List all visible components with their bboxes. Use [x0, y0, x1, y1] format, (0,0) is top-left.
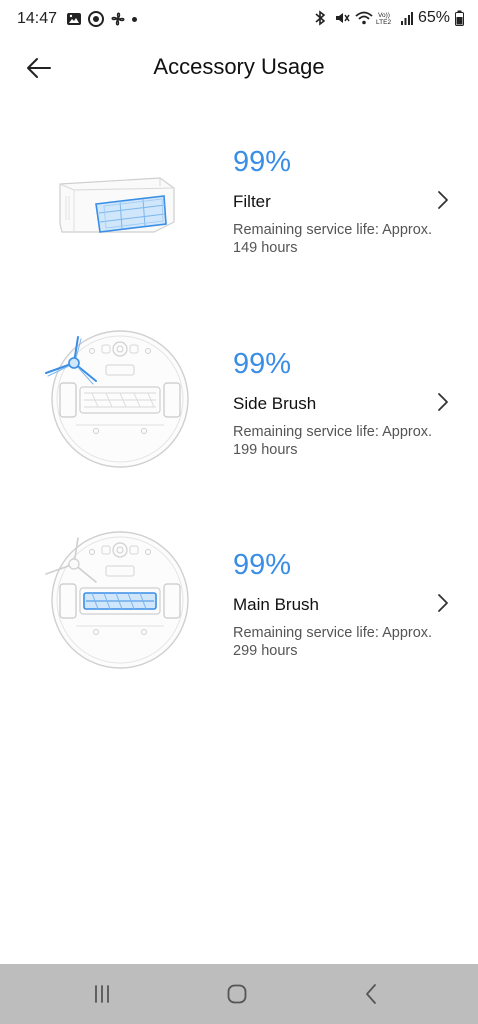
chevron-right-icon [436, 593, 450, 613]
status-time: 14:47 [17, 10, 58, 27]
accessory-percent: 99% [233, 549, 292, 581]
accessory-name: Side Brush [233, 394, 317, 413]
status-bar: 14:47 Vo)) LTE2 65% [0, 0, 478, 40]
wifi-icon [355, 10, 373, 26]
home-button[interactable] [217, 980, 257, 1008]
recents-icon [95, 985, 109, 1003]
nav-back-button[interactable] [351, 980, 391, 1008]
home-icon [227, 984, 247, 1004]
filter-illustration [42, 140, 192, 280]
side-brush-illustration [42, 329, 192, 469]
svg-text:LTE2: LTE2 [376, 19, 391, 26]
image-icon [66, 11, 82, 27]
accessory-item-side-brush[interactable]: 99% Side Brush Remaining service life: A… [0, 329, 478, 511]
system-nav-bar [0, 964, 478, 1024]
nav-back-icon [366, 984, 376, 1004]
remaining-life-hours: 299 hours [233, 643, 298, 659]
remaining-life-hours: 199 hours [233, 442, 298, 458]
remaining-life-label: Remaining service life: Approx. [233, 424, 433, 440]
media-icon [88, 11, 104, 27]
accessory-remaining-life: Remaining service life: Approx. 199 hour… [233, 423, 453, 459]
header: Accessory Usage [0, 44, 478, 92]
accessory-name: Main Brush [233, 595, 319, 614]
volte-icon: Vo)) LTE2 [376, 10, 396, 26]
accessory-percent: 99% [233, 146, 292, 178]
status-system-icons: Vo)) LTE2 65% [313, 9, 464, 27]
chevron-right-icon [436, 190, 450, 210]
accessory-remaining-life: Remaining service life: Approx. 299 hour… [233, 624, 453, 660]
accessory-name: Filter [233, 192, 271, 211]
signal-icon [400, 10, 413, 26]
accessory-percent: 99% [233, 348, 292, 380]
remaining-life-hours: 149 hours [233, 240, 298, 256]
dot-icon [132, 16, 137, 22]
status-notification-icons [66, 11, 137, 27]
accessory-remaining-life: Remaining service life: Approx. 149 hour… [233, 221, 453, 257]
bluetooth-icon [313, 10, 329, 26]
recents-button[interactable] [82, 980, 122, 1008]
remaining-life-label: Remaining service life: Approx. [233, 222, 433, 238]
chevron-right-icon [436, 392, 450, 412]
page-title: Accessory Usage [153, 54, 325, 79]
mute-icon [334, 10, 350, 26]
accessory-item-filter[interactable]: 99% Filter Remaining service life: Appro… [0, 130, 478, 310]
remaining-life-label: Remaining service life: Approx. [233, 625, 433, 641]
main-brush-illustration [42, 530, 192, 670]
battery-icon [455, 10, 464, 26]
accessory-item-main-brush[interactable]: 99% Main Brush Remaining service life: A… [0, 530, 478, 712]
fan-icon [110, 11, 126, 27]
battery-percent: 65% [417, 9, 450, 26]
svg-text:Vo)): Vo)) [378, 12, 390, 19]
